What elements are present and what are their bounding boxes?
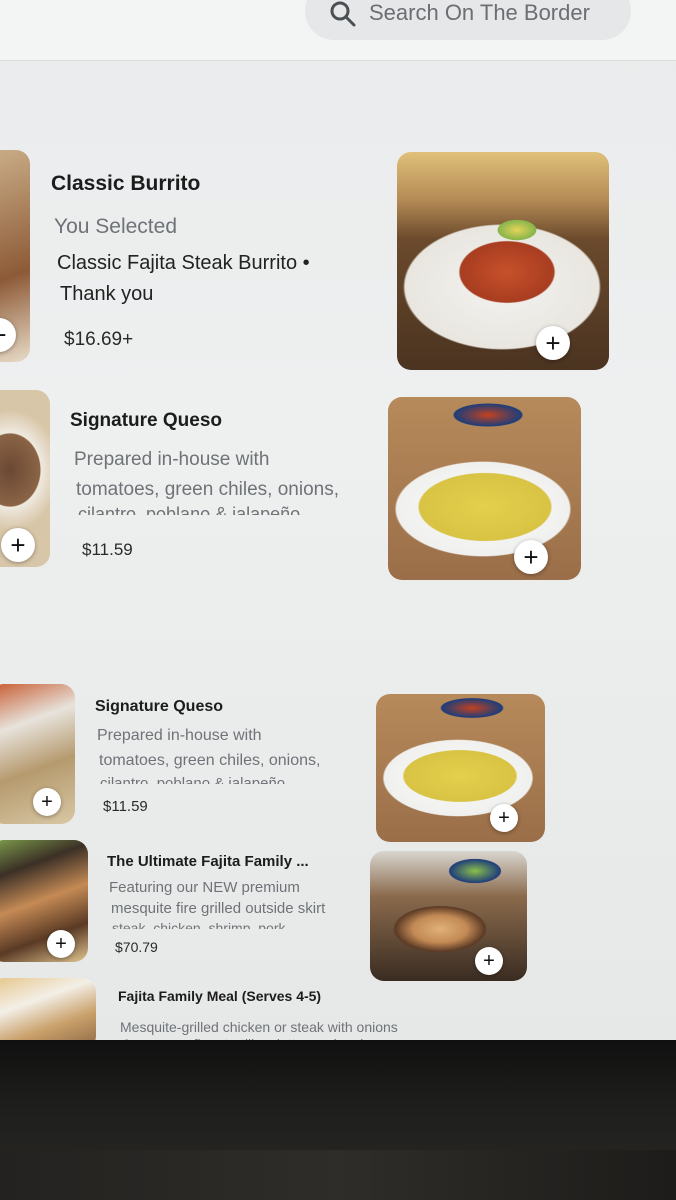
add-button[interactable]: + <box>475 947 503 975</box>
add-button[interactable]: + <box>1 528 35 562</box>
item-description: steak, chicken, shrimp, pork <box>112 920 286 929</box>
item-description: mesquite fire grilled outside skirt <box>111 900 326 917</box>
search-icon <box>330 1 356 27</box>
item-description: cilantro, poblano & jalapeño <box>78 504 301 515</box>
add-button[interactable]: + <box>514 540 548 574</box>
add-button[interactable]: + <box>490 804 518 832</box>
search-bar[interactable]: Search On The Border <box>305 0 631 40</box>
item-title: Signature Queso <box>70 410 223 431</box>
item-price: $16.69+ <box>64 329 134 350</box>
selected-label: You Selected <box>54 215 177 238</box>
item-description: Mesquite-grilled chicken or steak with o… <box>120 1019 398 1035</box>
item-image <box>370 851 527 981</box>
item-price: $11.59 <box>103 798 148 815</box>
item-image <box>388 397 581 580</box>
item-image <box>397 152 609 370</box>
add-button[interactable]: + <box>33 788 61 816</box>
item-title: Signature Queso <box>95 698 224 715</box>
item-title: The Ultimate Fajita Family ... <box>107 853 309 870</box>
item-description: cilantro, poblano & jalapeño <box>100 775 286 784</box>
item-title: Classic Burrito <box>51 172 201 195</box>
selected-value: Classic Fajita Steak Burrito • <box>57 252 310 274</box>
item-description: Prepared in-house with <box>74 449 270 470</box>
desk-surface <box>0 1150 676 1200</box>
add-button[interactable]: + <box>47 930 75 958</box>
item-description: Featuring our NEW premium <box>109 879 300 896</box>
item-description: tomatoes, green chiles, onions, <box>76 479 339 500</box>
item-price: $11.59 <box>82 540 133 559</box>
item-title: Fajita Family Meal (Serves 4-5) <box>118 988 322 1004</box>
item-description: tomatoes, green chiles, onions, <box>99 752 321 769</box>
add-button[interactable]: + <box>536 326 570 360</box>
screen: Search On The Border + Classic Burrito Y… <box>0 0 676 1070</box>
item-image <box>376 694 545 842</box>
search-input[interactable]: Search On The Border <box>369 0 590 26</box>
item-description: Prepared in-house with <box>97 727 262 744</box>
selected-note: Thank you <box>60 283 154 305</box>
top-bar: Search On The Border <box>0 0 676 61</box>
item-price: $70.79 <box>115 939 158 955</box>
